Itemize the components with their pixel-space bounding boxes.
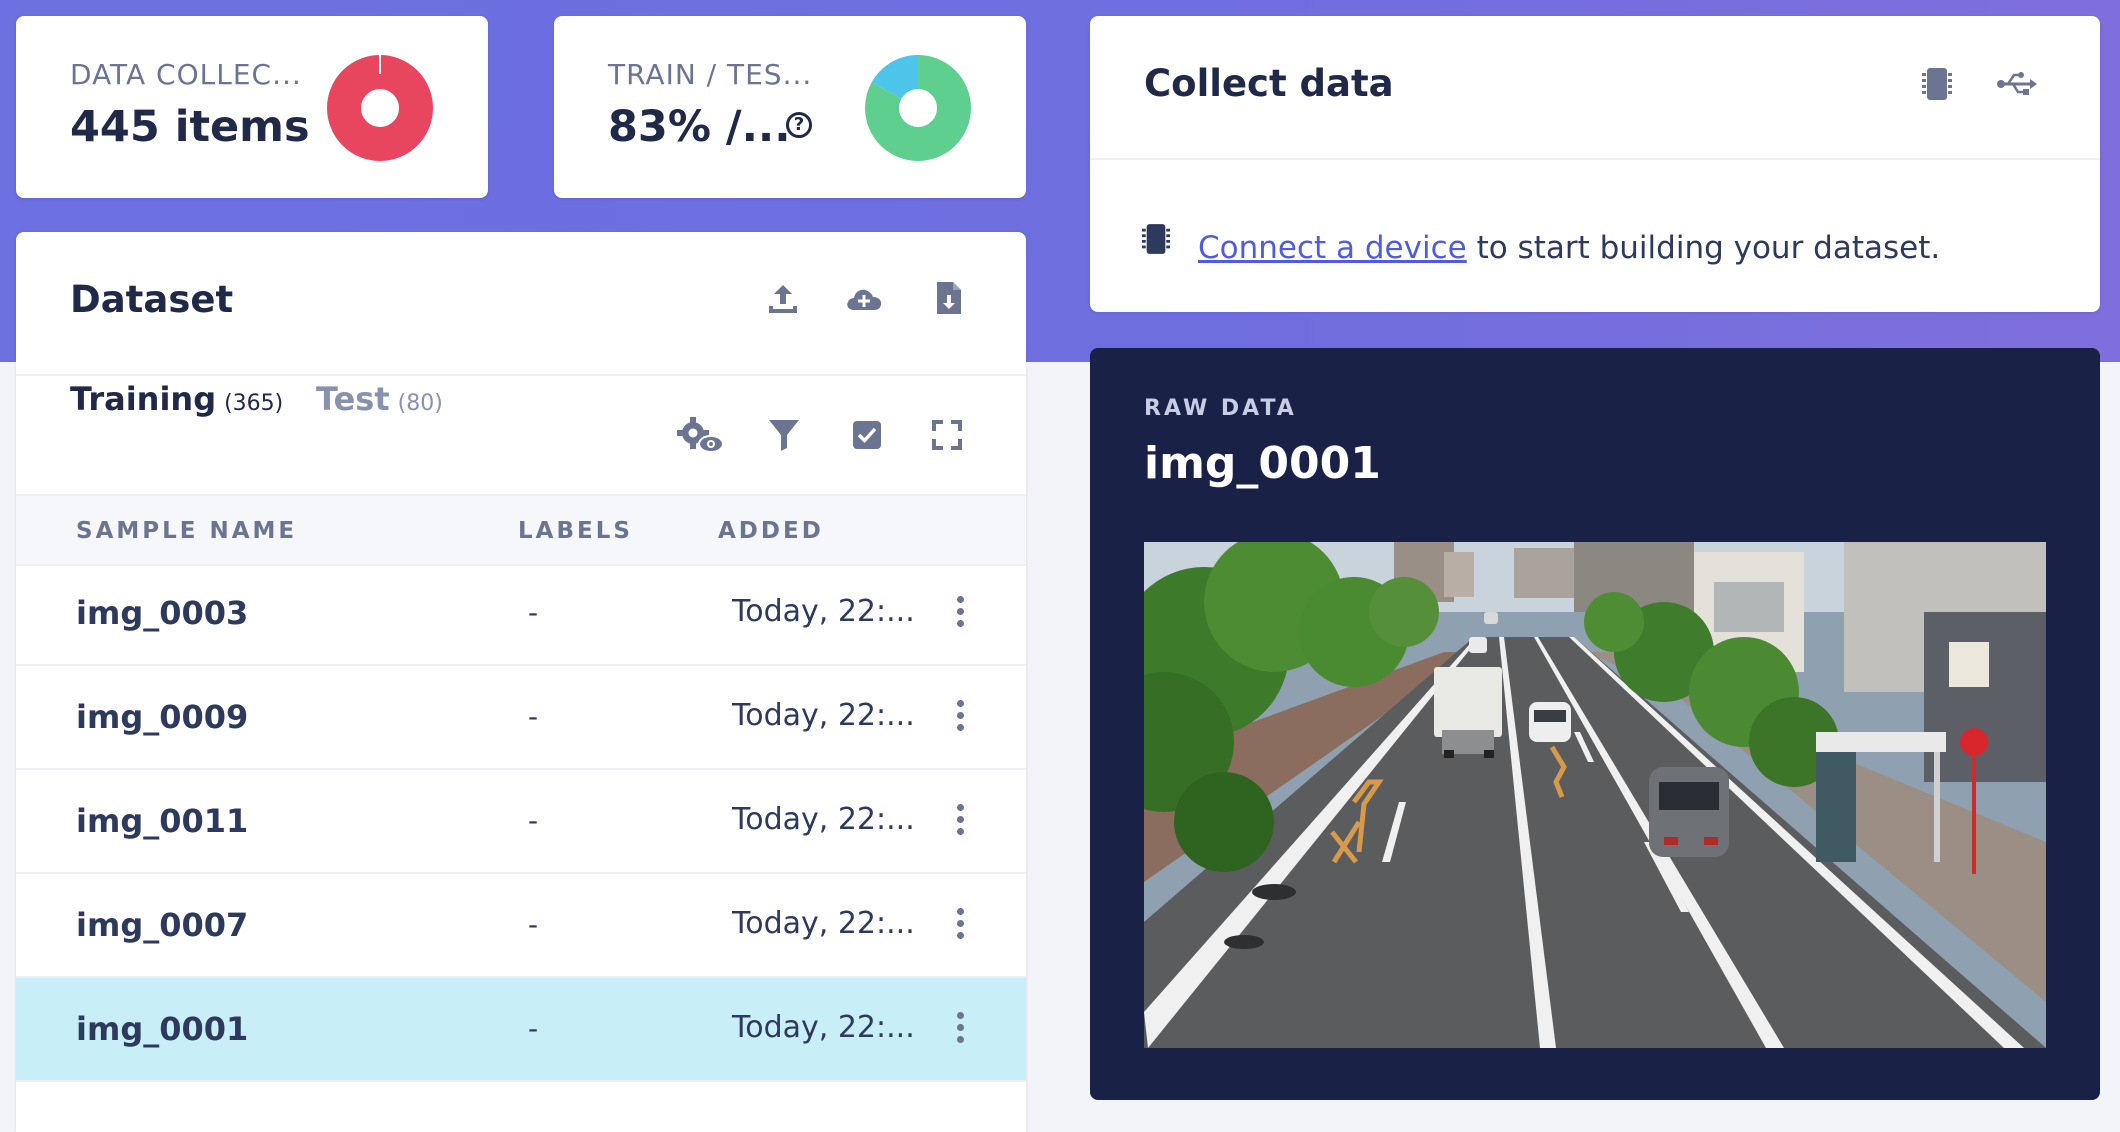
data-collected-card: DATA COLLEC... 445 items [16,16,488,198]
connect-device-message: Connect a device to start building your … [1198,230,1940,266]
tab-test-count: (80) [397,391,443,416]
raw-data-image [1144,542,2046,1048]
sample-added: Today, 22:... [732,906,915,941]
connect-device-rest: to start building your dataset. [1466,230,1941,266]
sample-name: img_0011 [76,802,249,840]
sample-added: Today, 22:... [732,698,915,733]
usb-icon[interactable] [1996,70,2038,98]
device-chip-icon[interactable] [1922,66,1952,102]
sample-name: img_0003 [76,594,249,632]
sample-added: Today, 22:... [732,594,915,629]
device-chip-icon [1142,224,1170,254]
dataset-panel: Dataset Training (365) Test (80) SAMPLE … [16,232,1026,1132]
table-header: SAMPLE NAME LABELS ADDED [16,494,1026,566]
raw-data-title: img_0001 [1144,438,1381,489]
table-row[interactable]: img_0009 - Today, 22:... [16,666,1026,770]
sample-name: img_0001 [76,1010,249,1048]
more-options-icon[interactable] [952,804,968,838]
street-scene-image [1144,542,2046,1048]
more-options-icon[interactable] [952,700,968,734]
checkbox-icon[interactable] [852,420,882,450]
more-options-icon[interactable] [952,908,968,942]
raw-data-label: RAW DATA [1144,396,1297,421]
sample-labels: - [528,596,539,629]
question-icon[interactable]: ? [786,112,812,138]
train-test-label: TRAIN / TES... [608,58,813,91]
cloud-add-icon[interactable] [844,282,884,316]
tab-training-count: (365) [224,391,284,416]
sample-labels: - [528,804,539,837]
collect-data-divider [1090,158,2100,160]
table-row[interactable]: img_0003 - Today, 22:... [16,562,1026,666]
train-test-card: TRAIN / TES... 83% /... ? [554,16,1026,198]
sample-labels: - [528,700,539,733]
train-test-donut [865,55,971,161]
collect-data-title: Collect data [1144,62,1394,105]
sample-labels: - [528,1012,539,1045]
more-options-icon[interactable] [952,596,968,630]
raw-data-panel: RAW DATA img_0001 [1090,348,2100,1100]
dataset-header-divider [16,374,1026,376]
column-header-labels[interactable]: LABELS [518,518,633,544]
data-collected-value: 445 items [70,102,310,152]
sample-added: Today, 22:... [732,802,915,837]
upload-icon[interactable] [766,282,800,316]
collect-data-card: Collect data Connect a device to start b… [1090,16,2100,312]
train-test-value: 83% /... [608,102,791,152]
data-collected-donut [327,54,433,161]
table-row-selected[interactable]: img_0001 - Today, 22:... [16,978,1026,1082]
tab-training[interactable]: Training (365) [70,380,283,418]
sample-added: Today, 22:... [732,1010,915,1045]
table-row[interactable]: img_0011 - Today, 22:... [16,770,1026,874]
connect-device-link[interactable]: Connect a device [1198,230,1467,266]
filter-icon[interactable] [768,418,800,452]
settings-eye-icon[interactable] [676,416,726,456]
expand-icon[interactable] [932,420,962,450]
tab-test-label: Test [316,380,390,418]
sample-name: img_0009 [76,698,249,736]
tab-training-label: Training [70,380,217,418]
file-download-icon[interactable] [934,280,964,316]
dataset-title: Dataset [70,278,234,321]
column-header-sample-name[interactable]: SAMPLE NAME [76,518,297,544]
column-header-added[interactable]: ADDED [718,518,824,544]
data-collected-label: DATA COLLEC... [70,58,302,91]
sample-name: img_0007 [76,906,249,944]
table-row[interactable]: img_0007 - Today, 22:... [16,874,1026,978]
more-options-icon[interactable] [952,1012,968,1046]
sample-labels: - [528,908,539,941]
tab-test[interactable]: Test (80) [316,380,443,418]
